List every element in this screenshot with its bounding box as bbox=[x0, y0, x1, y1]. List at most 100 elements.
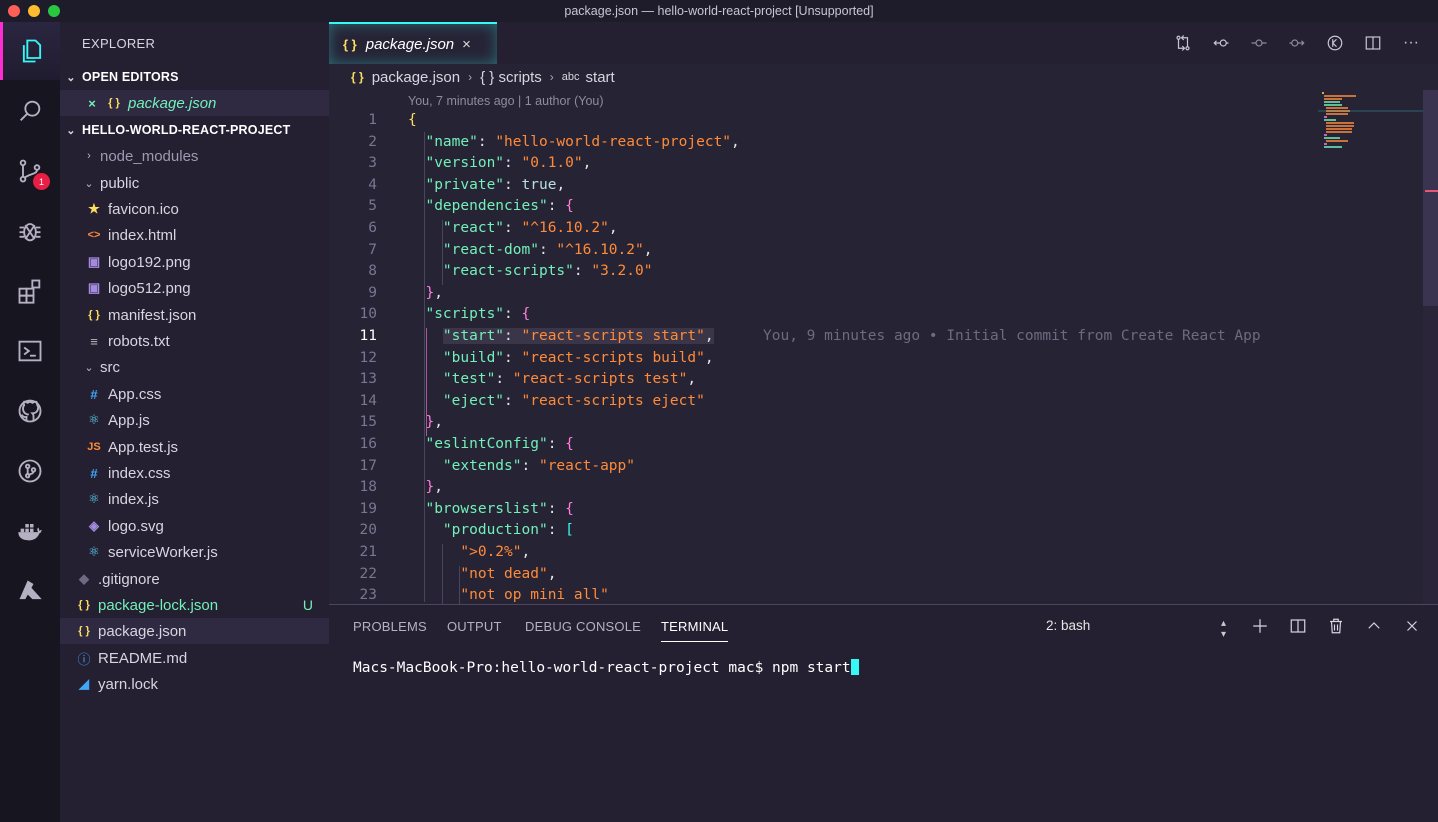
maximize-panel-button[interactable] bbox=[1364, 616, 1384, 636]
code-editor[interactable]: 1 {2 "name": "hello-world-react-project",… bbox=[329, 112, 1419, 604]
explorer-activity[interactable] bbox=[0, 22, 60, 80]
code-line[interactable]: "react-scripts": "3.2.0" bbox=[408, 263, 653, 279]
debug-activity[interactable] bbox=[0, 202, 60, 260]
project-header[interactable]: ⌄ HELLO-WORLD-REACT-PROJECT bbox=[60, 118, 329, 142]
close-window-button[interactable] bbox=[8, 5, 20, 17]
code-line[interactable]: "react-dom": "^16.10.2", bbox=[408, 242, 653, 258]
code-line[interactable]: "eslintConfig": { bbox=[408, 436, 573, 452]
tree-file-logo-svg[interactable]: ◈ logo.svg bbox=[60, 513, 329, 539]
code-line[interactable]: { bbox=[408, 112, 417, 128]
tree-file-readme[interactable]: ⓘ README.md bbox=[60, 645, 329, 671]
star-icon: ★ bbox=[88, 201, 100, 216]
tree-folder-public[interactable]: ⌄ public bbox=[60, 170, 329, 196]
json-file-icon: { } bbox=[108, 97, 120, 109]
tree-file-logo512[interactable]: ▣ logo512.png bbox=[60, 275, 329, 301]
code-line[interactable]: }, bbox=[408, 479, 442, 495]
tab-terminal[interactable]: TERMINAL bbox=[661, 619, 729, 642]
breadcrumb-file[interactable]: package.json bbox=[372, 69, 460, 86]
tab-problems[interactable]: PROBLEMS bbox=[353, 619, 427, 634]
next-change-button[interactable] bbox=[1286, 32, 1308, 54]
git-compare-icon bbox=[1176, 35, 1190, 51]
tree-file-service-worker[interactable]: ⚛ serviceWorker.js bbox=[60, 539, 329, 565]
tree-file-package-lock[interactable]: { } package-lock.json U bbox=[60, 592, 329, 618]
code-line[interactable]: }, bbox=[408, 414, 442, 430]
git-lens-button[interactable] bbox=[1324, 32, 1346, 54]
tree-label: package-lock.json bbox=[98, 596, 219, 614]
code-line[interactable]: "react": "^16.10.2", bbox=[408, 220, 618, 236]
tree-file-package-json[interactable]: { } package.json bbox=[60, 618, 329, 644]
image-icon: ▣ bbox=[87, 280, 101, 295]
kill-terminal-button[interactable] bbox=[1326, 616, 1346, 636]
tree-label: logo512.png bbox=[108, 279, 191, 297]
split-editor-button[interactable] bbox=[1362, 32, 1384, 54]
code-line[interactable]: "scripts": { bbox=[408, 306, 530, 322]
git-graph-activity[interactable] bbox=[0, 442, 60, 500]
tree-file-yarn-lock[interactable]: ◢ yarn.lock bbox=[60, 671, 329, 697]
codelens-blame[interactable]: You, 7 minutes ago | 1 author (You) bbox=[408, 94, 604, 108]
commit-button[interactable] bbox=[1248, 32, 1270, 54]
tree-file-index-css[interactable]: # index.css bbox=[60, 460, 329, 486]
search-activity[interactable] bbox=[0, 82, 60, 140]
git-forward-icon bbox=[1289, 39, 1305, 47]
terminal-output[interactable]: Macs-MacBook-Pro:hello-world-react-proje… bbox=[353, 659, 859, 676]
minimap[interactable] bbox=[1318, 90, 1423, 604]
code-line[interactable]: "extends": "react-app" bbox=[408, 458, 635, 474]
code-line[interactable]: "start": "react-scripts start", bbox=[408, 328, 714, 344]
tree-folder-node-modules[interactable]: › node_modules bbox=[60, 143, 329, 169]
code-line[interactable]: }, bbox=[408, 285, 442, 301]
tree-file-app-js[interactable]: ⚛ App.js bbox=[60, 407, 329, 433]
code-line[interactable]: "not dead", bbox=[408, 566, 556, 582]
code-line[interactable]: ">0.2%", bbox=[408, 544, 530, 560]
remote-explorer-activity[interactable] bbox=[0, 322, 60, 380]
code-line[interactable]: "private": true, bbox=[408, 177, 565, 193]
breadcrumb-key[interactable]: start bbox=[586, 69, 615, 86]
close-icon[interactable]: × bbox=[462, 36, 471, 53]
azure-activity[interactable] bbox=[0, 562, 60, 620]
untracked-badge: U bbox=[302, 597, 313, 613]
more-actions-button[interactable]: ··· bbox=[1400, 32, 1422, 54]
css-icon: # bbox=[90, 465, 98, 481]
close-panel-button[interactable] bbox=[1402, 616, 1422, 636]
minimize-window-button[interactable] bbox=[28, 5, 40, 17]
code-line[interactable]: "eject": "react-scripts eject" bbox=[408, 393, 705, 409]
tree-file-robots[interactable]: ≡ robots.txt bbox=[60, 328, 329, 354]
tree-file-app-test-js[interactable]: JS App.test.js bbox=[60, 434, 329, 460]
extensions-activity[interactable] bbox=[0, 262, 60, 320]
code-line[interactable]: "not op mini all" bbox=[408, 587, 608, 603]
source-control-activity[interactable]: 1 bbox=[0, 142, 60, 200]
tree-file-app-css[interactable]: # App.css bbox=[60, 381, 329, 407]
tree-file-index-html[interactable]: <> index.html bbox=[60, 222, 329, 248]
new-terminal-button[interactable] bbox=[1250, 616, 1270, 636]
svg-file-icon: ◈ bbox=[89, 518, 99, 533]
tree-folder-src[interactable]: ⌄ src bbox=[60, 354, 329, 380]
code-line[interactable]: "build": "react-scripts build", bbox=[408, 350, 714, 366]
open-editors-header[interactable]: ⌄ OPEN EDITORS bbox=[60, 65, 329, 89]
tree-file-favicon[interactable]: ★ favicon.ico bbox=[60, 196, 329, 222]
tree-file-index-js[interactable]: ⚛ index.js bbox=[60, 486, 329, 512]
tree-file-logo192[interactable]: ▣ logo192.png bbox=[60, 249, 329, 275]
code-line[interactable]: "version": "0.1.0", bbox=[408, 155, 591, 171]
compare-changes-button[interactable] bbox=[1172, 32, 1194, 54]
code-line[interactable]: "name": "hello-world-react-project", bbox=[408, 134, 739, 150]
github-activity[interactable] bbox=[0, 382, 60, 440]
open-editor-item[interactable]: × { } package.json bbox=[60, 90, 329, 116]
terminal-select[interactable]: 2: bash ▴ ▾ bbox=[1046, 618, 1226, 640]
docker-activity[interactable] bbox=[0, 502, 60, 560]
breadcrumb-object[interactable]: { } scripts bbox=[480, 69, 542, 86]
tab-package-json[interactable]: { } package.json × bbox=[329, 22, 497, 64]
tree-file-gitignore[interactable]: ◆ .gitignore bbox=[60, 566, 329, 592]
code-line[interactable]: "production": [ bbox=[408, 522, 574, 538]
previous-change-button[interactable] bbox=[1210, 32, 1232, 54]
code-line[interactable]: "test": "react-scripts test", bbox=[408, 371, 696, 387]
line-number: 18 bbox=[359, 479, 377, 496]
tab-debug-console[interactable]: DEBUG CONSOLE bbox=[525, 619, 641, 634]
split-terminal-button[interactable] bbox=[1288, 616, 1308, 636]
code-line[interactable]: "browserslist": { bbox=[408, 501, 573, 517]
code-line[interactable]: "dependencies": { bbox=[408, 198, 573, 214]
close-icon[interactable]: × bbox=[84, 96, 100, 111]
editor-scrollbar[interactable] bbox=[1423, 90, 1438, 604]
tab-output[interactable]: OUTPUT bbox=[447, 619, 502, 634]
scrollbar-thumb[interactable] bbox=[1423, 90, 1438, 306]
tree-file-manifest[interactable]: { } manifest.json bbox=[60, 302, 329, 328]
maximize-window-button[interactable] bbox=[48, 5, 60, 17]
